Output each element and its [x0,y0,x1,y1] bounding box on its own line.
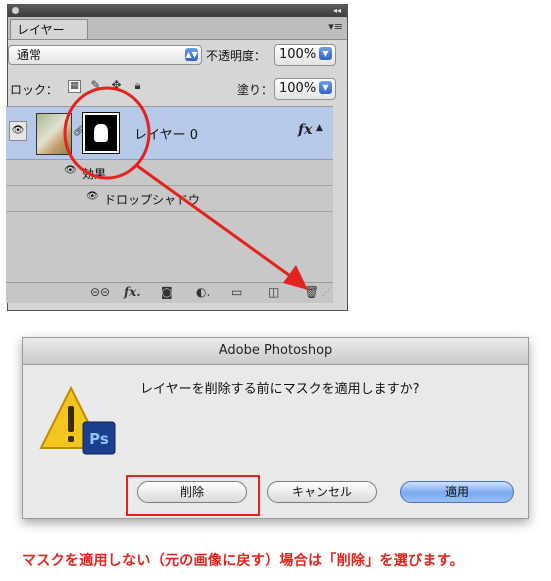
paint-lock-icon[interactable]: ✎ [89,79,102,93]
dialog-message: レイヤーを削除する前にマスクを適用しますか? [140,382,420,397]
add-mask-icon[interactable]: ◙ [161,285,173,299]
layers-list: 👁︎ 🔗︎ レイヤー 0 fx ▲ 👁︎ 効果 👁︎ ドロップシャドウ [6,106,333,283]
layer-thumbnail[interactable] [36,113,72,155]
eye-icon[interactable]: 👁︎ [9,121,27,141]
dialog-titlebar: Adobe Photoshop [23,338,528,365]
panel-tab-row: レイヤー ▾≡ [8,17,347,40]
layer-row[interactable]: 👁︎ 🔗︎ レイヤー 0 fx ▲ [6,107,333,160]
new-layer-icon[interactable]: ◫ [268,285,279,299]
link-layers-icon[interactable]: ⊝⊝ [90,285,110,299]
fill-field[interactable]: 100% ▼ [274,78,336,100]
close-icon[interactable] [12,7,19,14]
apply-button[interactable]: 適用 [400,481,514,503]
panel-bottom-bar: ⊝⊝ fx. ◙ ◐. ▭ ◫ 🗑︎ ⋰ [6,282,333,303]
resize-grip-icon[interactable]: ⋰ [322,288,330,297]
warning-icon: Ps [39,385,116,455]
fill-label: 塗り： [237,83,274,97]
mask-silhouette [94,124,108,142]
opacity-value: 100% [279,47,317,62]
tab-layers[interactable]: レイヤー [10,19,88,39]
drop-shadow-label: ドロップシャドウ [104,193,201,207]
adjustment-layer-icon[interactable]: ◐. [196,285,210,299]
layer-name[interactable]: レイヤー 0 [134,124,198,143]
delete-highlight-box [126,475,260,516]
eye-icon[interactable]: 👁︎ [86,191,99,202]
chevron-down-icon[interactable]: ▼ [319,47,332,60]
updown-arrow-icon: ▲▼ [185,48,198,61]
blend-mode-select[interactable]: 通常 ▲▼ [8,45,202,65]
new-group-icon[interactable]: ▭ [231,285,242,299]
lock-label: ロック： [10,83,59,97]
transparency-lock-icon[interactable]: ▦ [68,80,81,93]
panel-titlebar: ◂◂ [8,5,347,17]
opacity-field[interactable]: 100% ▼ [274,44,336,66]
collapse-icon[interactable]: ◂◂ [333,5,341,17]
mask-thumbnail[interactable] [82,112,120,154]
drop-shadow-row[interactable]: 👁︎ ドロップシャドウ [6,186,333,212]
caption: マスクを適用しない（元の画像に戻す）場合は「削除」を選びます。 [22,553,464,569]
expand-arrow-icon[interactable]: ▲ [316,123,323,133]
fill-value: 100% [279,81,317,96]
opacity-label: 不透明度： [206,49,267,63]
photoshop-badge: Ps [89,430,109,448]
cancel-button[interactable]: キャンセル [267,481,377,503]
effects-label: 効果 [82,167,107,181]
trash-icon[interactable]: 🗑︎ [304,285,319,299]
fx-icon[interactable]: fx. [124,285,141,299]
move-lock-icon[interactable]: ✥ [110,79,123,93]
panel-menu-icon[interactable]: ▾≡ [328,20,343,33]
blend-mode-value: 通常 [17,48,42,62]
fx-icon[interactable]: fx [298,122,312,138]
chevron-down-icon[interactable]: ▼ [319,81,332,94]
eye-icon[interactable]: 👁︎ [64,165,77,176]
all-lock-icon[interactable]: 🔒︎ [131,80,144,93]
effects-row[interactable]: 👁︎ 効果 [6,160,333,186]
alert-dialog: Adobe Photoshop Ps レイヤーを削除する前にマスクを適用しますか… [22,337,529,519]
